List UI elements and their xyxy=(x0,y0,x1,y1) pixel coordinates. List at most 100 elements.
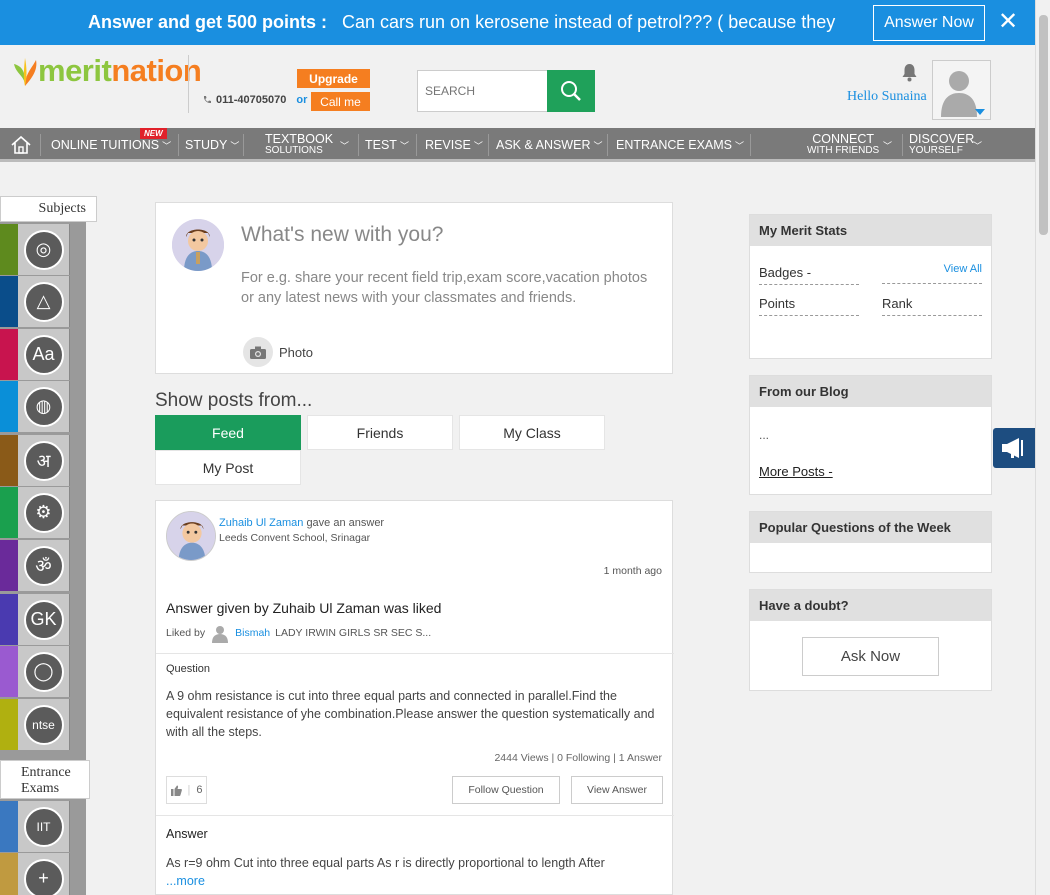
vertical-scrollbar[interactable] xyxy=(1035,0,1050,895)
chevron-down-icon[interactable]: ﹀ xyxy=(337,128,349,162)
nav-connect[interactable]: CONNECT WITH FRIENDS xyxy=(807,128,879,162)
nav-study[interactable]: STUDY ﹀ xyxy=(185,128,239,162)
subject-icon-wrap: ◍ xyxy=(18,381,70,432)
nav-discover-label: DISCOVER xyxy=(909,132,975,146)
post-liked-title[interactable]: Answer given by Zuhaib Ul Zaman was like… xyxy=(166,600,441,616)
engineering-icon: ⚙ xyxy=(23,492,64,533)
subject-icon-wrap: GK xyxy=(18,594,70,645)
post-author-link[interactable]: Zuhaib Ul Zaman xyxy=(219,517,303,529)
bell-icon[interactable] xyxy=(901,62,918,87)
nav-online-tuitions[interactable]: ONLINE TUITIONS ﹀ xyxy=(51,128,171,162)
subject-tile[interactable]: ◯ xyxy=(0,646,70,697)
more-posts-link[interactable]: More Posts - xyxy=(759,464,833,479)
liked-by: Liked by Bismah LADY IRWIN GIRLS SR SEC … xyxy=(166,623,431,643)
tab-my-post[interactable]: My Post xyxy=(155,450,301,485)
subject-tile[interactable]: + xyxy=(0,853,70,895)
divider xyxy=(156,653,674,654)
nav-textbook-sub: SOLUTIONS xyxy=(265,145,323,156)
liker-avatar-icon xyxy=(212,626,229,643)
tab-friends[interactable]: Friends xyxy=(307,415,453,450)
user-avatar[interactable] xyxy=(932,60,991,120)
nav-test[interactable]: TEST ﹀ xyxy=(365,128,409,162)
announcement-lead: Answer and get 500 points : xyxy=(88,12,328,32)
gk-icon: GK xyxy=(23,599,64,640)
chevron-down-icon: ﹀ xyxy=(735,140,745,151)
view-all-link[interactable]: View All xyxy=(944,263,982,275)
subject-tile[interactable]: ⚙ xyxy=(0,487,70,538)
composer-title[interactable]: What's new with you? xyxy=(241,223,443,247)
phone-text: 011-40705070 xyxy=(216,94,287,106)
subject-tile[interactable]: अ xyxy=(0,435,70,486)
like-count: 6 xyxy=(196,784,203,796)
tab-my-class[interactable]: My Class xyxy=(459,415,605,450)
nav-test-label: TEST xyxy=(365,138,397,152)
upgrade-button[interactable]: Upgrade xyxy=(297,69,370,88)
post-author-avatar[interactable] xyxy=(166,511,216,561)
subject-tile[interactable]: △ xyxy=(0,276,70,327)
composer-hint[interactable]: For e.g. share your recent field trip,ex… xyxy=(241,268,661,308)
search-input[interactable] xyxy=(417,70,548,112)
like-button[interactable]: | 6 xyxy=(166,776,207,804)
nav-entrance-exams[interactable]: ENTRANCE EXAMS ﹀ xyxy=(616,128,744,162)
nav-textbook-solutions[interactable]: TEXTBOOK SOLUTIONS xyxy=(265,128,333,162)
nav-entrance-label: ENTRANCE EXAMS xyxy=(616,138,732,152)
blog-box: From our Blog ... More Posts - xyxy=(749,375,992,495)
ntse-icon: ntse xyxy=(23,704,64,745)
greeting[interactable]: Hello Sunaina xyxy=(847,89,927,105)
show-posts-title: Show posts from... xyxy=(155,390,313,411)
scrollbar-thumb[interactable] xyxy=(1039,15,1048,235)
subject-tile[interactable]: ◍ xyxy=(0,381,70,432)
nav-ask-answer[interactable]: ASK & ANSWER ﹀ xyxy=(496,128,603,162)
search-icon xyxy=(561,81,581,101)
megaphone-icon[interactable] xyxy=(993,428,1035,468)
subject-icon-wrap: △ xyxy=(18,276,70,327)
subject-icon-wrap: अ xyxy=(18,435,70,486)
search-button[interactable] xyxy=(547,70,595,112)
english-icon: Aa xyxy=(23,334,64,375)
nav-study-label: STUDY xyxy=(185,138,228,152)
meritnation-logo[interactable]: meritnation xyxy=(12,53,202,89)
nav-connect-label: CONNECT xyxy=(812,132,875,146)
call-me-button[interactable]: Call me xyxy=(311,92,370,111)
nav-discover[interactable]: DISCOVER YOURSELF xyxy=(909,128,974,162)
olympiad-icon: ◯ xyxy=(23,651,64,692)
subject-tile[interactable]: GK xyxy=(0,594,70,645)
subject-tile[interactable]: ntse xyxy=(0,699,70,750)
follow-question-button[interactable]: Follow Question xyxy=(452,776,560,804)
liker-link[interactable]: Bismah xyxy=(235,627,270,639)
answer-body: As r=9 ohm Cut into three equal parts As… xyxy=(166,856,605,870)
subject-color-strip xyxy=(0,699,18,750)
subject-icon-wrap: ntse xyxy=(18,699,70,750)
more-link[interactable]: ...more xyxy=(166,874,205,888)
subject-icon-wrap: ◯ xyxy=(18,646,70,697)
announcement-bar: Answer and get 500 points : Can cars run… xyxy=(0,0,1035,45)
view-answer-button[interactable]: View Answer xyxy=(571,776,663,804)
subject-tile[interactable]: ॐ xyxy=(0,540,70,591)
tab-feed[interactable]: Feed xyxy=(155,415,301,450)
subject-color-strip xyxy=(0,276,18,327)
question-text[interactable]: A 9 ohm resistance is cut into three equ… xyxy=(166,687,662,741)
home-icon[interactable] xyxy=(10,128,32,162)
subject-icon-wrap: IIT xyxy=(18,801,70,852)
answer-now-button[interactable]: Answer Now xyxy=(873,5,985,41)
geography-icon: ◍ xyxy=(23,386,64,427)
chevron-down-icon: ﹀ xyxy=(593,140,603,151)
popular-questions-title: Popular Questions of the Week xyxy=(750,512,991,543)
ask-now-button[interactable]: Ask Now xyxy=(802,637,939,676)
subject-tile[interactable]: Aa xyxy=(0,329,70,380)
post-composer: What's new with you? For e.g. share your… xyxy=(155,202,673,374)
close-icon[interactable]: ✕ xyxy=(998,10,1018,34)
science-icon: ◎ xyxy=(23,229,64,270)
nav-revise-label: REVISE xyxy=(425,138,471,152)
subject-tile[interactable]: IIT xyxy=(0,801,70,852)
announcement-question[interactable]: Can cars run on kerosene instead of petr… xyxy=(342,12,862,33)
chevron-down-icon[interactable]: ﹀ xyxy=(970,128,982,162)
post-action: gave an answer xyxy=(306,517,385,529)
subject-color-strip xyxy=(0,646,18,697)
nav-revise[interactable]: REVISE ﹀ xyxy=(425,128,483,162)
answer-label: Answer xyxy=(166,827,208,841)
subject-tile[interactable]: ◎ xyxy=(0,224,70,275)
photo-button[interactable]: Photo xyxy=(243,337,313,367)
chevron-down-icon[interactable]: ﹀ xyxy=(880,128,892,162)
points-label: Points xyxy=(759,296,859,316)
